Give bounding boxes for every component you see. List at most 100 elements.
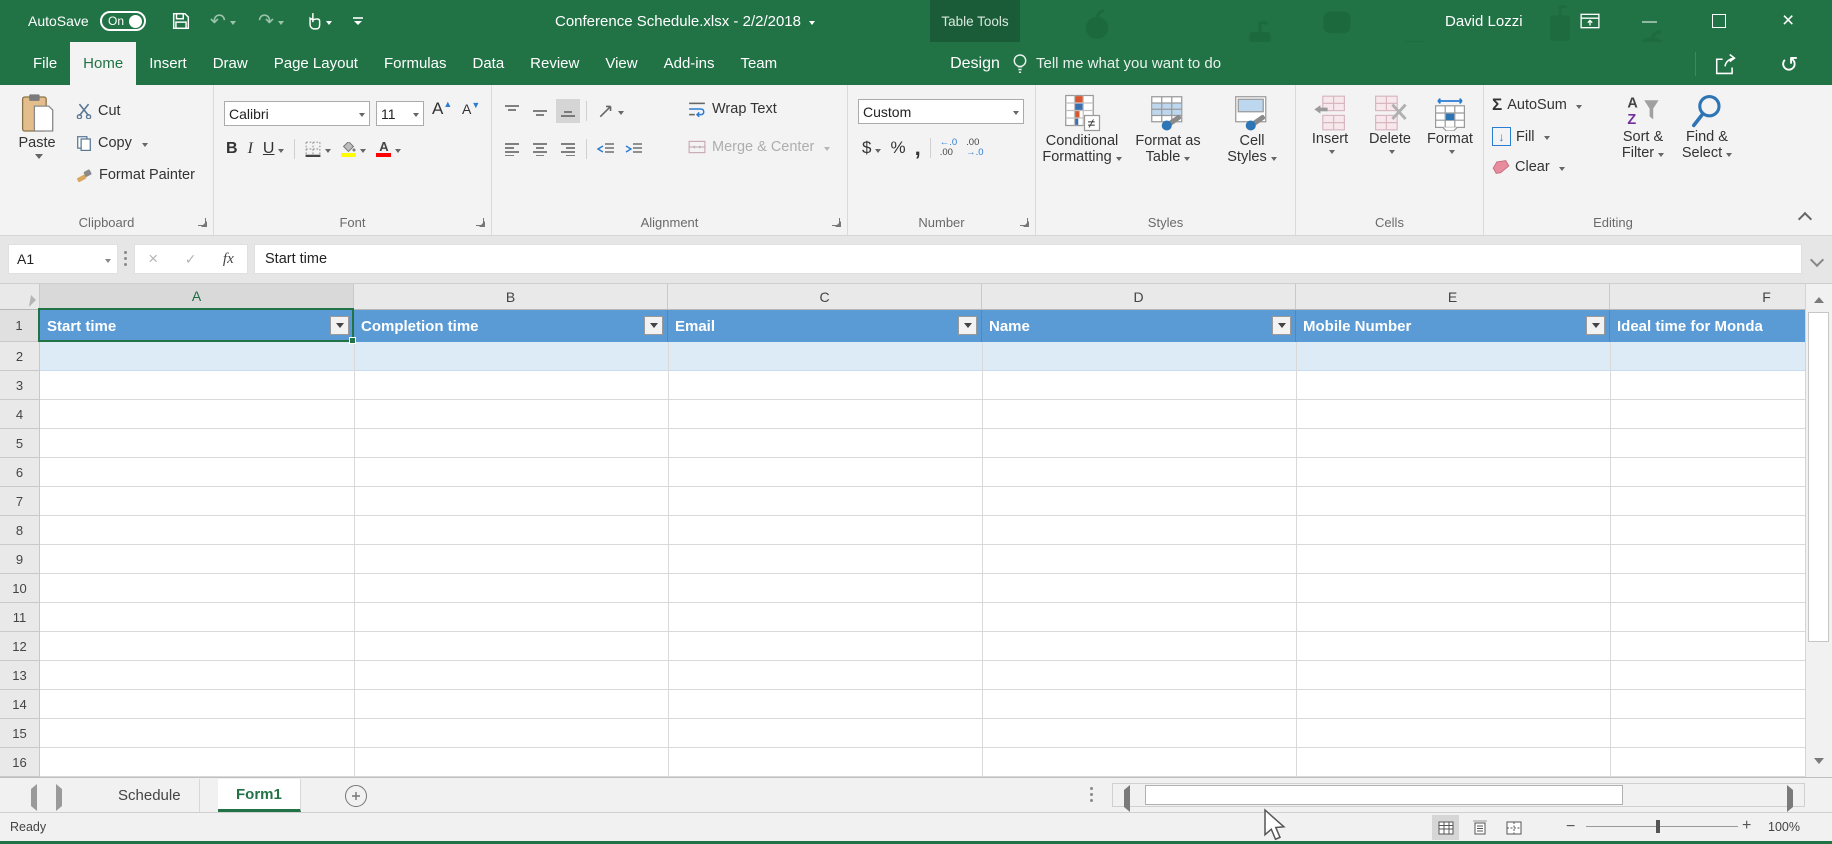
- increase-decimal-button[interactable]: ←.0 .00: [940, 138, 957, 158]
- align-center-button[interactable]: [528, 137, 552, 161]
- wrap-text-button[interactable]: Wrap Text: [688, 101, 777, 117]
- tab-insert[interactable]: Insert: [136, 42, 200, 85]
- column-header-E[interactable]: E: [1296, 284, 1610, 310]
- tab-home[interactable]: Home: [70, 42, 137, 85]
- clipboard-dialog-launcher-icon[interactable]: [198, 218, 208, 228]
- tab-scrollbar-splitter[interactable]: [1090, 787, 1093, 802]
- grid-row-8[interactable]: [40, 516, 1805, 545]
- orientation-button[interactable]: [594, 99, 628, 123]
- zoom-in-button[interactable]: +: [1742, 817, 1751, 835]
- find-select-button[interactable]: Find & Select: [1676, 93, 1738, 161]
- grid-row-10[interactable]: [40, 574, 1805, 603]
- grid-row-13[interactable]: [40, 661, 1805, 690]
- copy-button[interactable]: Copy: [76, 135, 148, 151]
- tab-draw[interactable]: Draw: [200, 42, 261, 85]
- row-header-15[interactable]: 15: [0, 719, 40, 748]
- row-header-9[interactable]: 9: [0, 545, 40, 574]
- page-break-view-button[interactable]: [1500, 815, 1527, 840]
- middle-align-button[interactable]: [528, 99, 552, 123]
- scroll-down-button[interactable]: [1806, 751, 1832, 776]
- insert-function-icon[interactable]: fx: [223, 251, 234, 268]
- column-header-D[interactable]: D: [982, 284, 1296, 310]
- add-sheet-button[interactable]: [345, 785, 367, 807]
- grow-font-button[interactable]: A▲: [432, 99, 452, 119]
- tab-view[interactable]: View: [592, 42, 650, 85]
- banded-row-2[interactable]: [40, 342, 1805, 371]
- row-header-5[interactable]: 5: [0, 429, 40, 458]
- formula-input[interactable]: Start time: [254, 244, 1802, 274]
- fill-button[interactable]: ↓ Fill: [1492, 127, 1550, 146]
- row-header-10[interactable]: 10: [0, 574, 40, 603]
- tab-data[interactable]: Data: [459, 42, 517, 85]
- row-header-12[interactable]: 12: [0, 632, 40, 661]
- filter-button-D[interactable]: [1272, 316, 1291, 335]
- clear-button[interactable]: Clear: [1492, 159, 1565, 175]
- filter-button-B[interactable]: [644, 316, 663, 335]
- merge-center-button[interactable]: Merge & Center: [688, 139, 831, 155]
- row-header-11[interactable]: 11: [0, 603, 40, 632]
- row-header-3[interactable]: 3: [0, 371, 40, 400]
- name-box[interactable]: A1: [8, 244, 118, 274]
- redo-button[interactable]: ↷: [258, 0, 284, 42]
- zoom-level[interactable]: 100%: [1768, 820, 1800, 834]
- grid-row-4[interactable]: [40, 400, 1805, 429]
- table-header-cell-D1[interactable]: Name: [982, 310, 1296, 342]
- next-sheet-button[interactable]: [56, 784, 67, 811]
- document-title[interactable]: Conference Schedule.xlsx - 2/2/2018: [520, 0, 850, 42]
- zoom-out-button[interactable]: −: [1566, 818, 1575, 836]
- minimize-button[interactable]: —: [1642, 0, 1657, 42]
- row-header-2[interactable]: 2: [0, 342, 40, 371]
- fill-color-button[interactable]: [341, 141, 367, 157]
- tab-page-layout[interactable]: Page Layout: [261, 42, 371, 85]
- close-button[interactable]: ×: [1782, 0, 1794, 42]
- delete-cells-button[interactable]: Delete: [1362, 95, 1418, 154]
- collapse-ribbon-button[interactable]: [1797, 211, 1813, 229]
- grid-row-16[interactable]: [40, 748, 1805, 777]
- expand-formula-bar-button[interactable]: [1809, 252, 1825, 270]
- autosum-button[interactable]: Σ AutoSum: [1492, 95, 1582, 115]
- table-header-cell-E1[interactable]: Mobile Number: [1296, 310, 1610, 342]
- format-as-table-button[interactable]: Format as Table: [1126, 93, 1210, 165]
- row-header-14[interactable]: 14: [0, 690, 40, 719]
- accounting-format-button[interactable]: $: [862, 138, 882, 158]
- table-header-cell-C1[interactable]: Email: [668, 310, 982, 342]
- maximize-button[interactable]: [1712, 0, 1726, 42]
- decrease-decimal-button[interactable]: .00 →.0: [966, 138, 983, 158]
- row-header-16[interactable]: 16: [0, 748, 40, 777]
- autosave-toggle[interactable]: On: [100, 0, 146, 42]
- bold-button[interactable]: B: [226, 140, 238, 158]
- grid-row-7[interactable]: [40, 487, 1805, 516]
- font-color-button[interactable]: A: [376, 140, 402, 157]
- normal-view-button[interactable]: [1432, 815, 1459, 840]
- enter-icon[interactable]: ✓: [185, 251, 197, 268]
- bottom-align-button[interactable]: [556, 99, 580, 123]
- conditional-formatting-button[interactable]: ≠ Conditional Formatting: [1038, 93, 1126, 165]
- alignment-dialog-launcher-icon[interactable]: [832, 218, 842, 228]
- grid-row-9[interactable]: [40, 545, 1805, 574]
- align-right-button[interactable]: [556, 137, 580, 161]
- scroll-left-button[interactable]: [1119, 785, 1130, 812]
- filter-button-E[interactable]: [1586, 316, 1605, 335]
- column-header-F[interactable]: F: [1610, 284, 1832, 310]
- tab-file[interactable]: File: [20, 42, 70, 85]
- sheet-tab-schedule[interactable]: Schedule: [100, 779, 200, 812]
- paste-button[interactable]: Paste: [8, 93, 66, 160]
- grid-row-11[interactable]: [40, 603, 1805, 632]
- row-header-13[interactable]: 13: [0, 661, 40, 690]
- grid-row-14[interactable]: [40, 690, 1805, 719]
- percent-style-button[interactable]: %: [890, 138, 905, 158]
- borders-button[interactable]: [305, 141, 332, 157]
- column-header-C[interactable]: C: [668, 284, 982, 310]
- grid-row-12[interactable]: [40, 632, 1805, 661]
- history-button[interactable]: ↺: [1780, 52, 1798, 78]
- tab-design[interactable]: Design: [930, 42, 1020, 85]
- zoom-slider-handle[interactable]: [1656, 820, 1660, 833]
- previous-sheet-button[interactable]: [26, 784, 37, 811]
- insert-cells-button[interactable]: Insert: [1302, 95, 1358, 154]
- touch-mouse-mode-button[interactable]: [306, 0, 332, 42]
- decrease-indent-button[interactable]: [594, 137, 618, 161]
- number-format-combo[interactable]: Custom: [858, 99, 1024, 124]
- save-button[interactable]: [172, 0, 190, 42]
- fill-handle[interactable]: [349, 337, 356, 344]
- ribbon-display-options-button[interactable]: [1580, 0, 1600, 42]
